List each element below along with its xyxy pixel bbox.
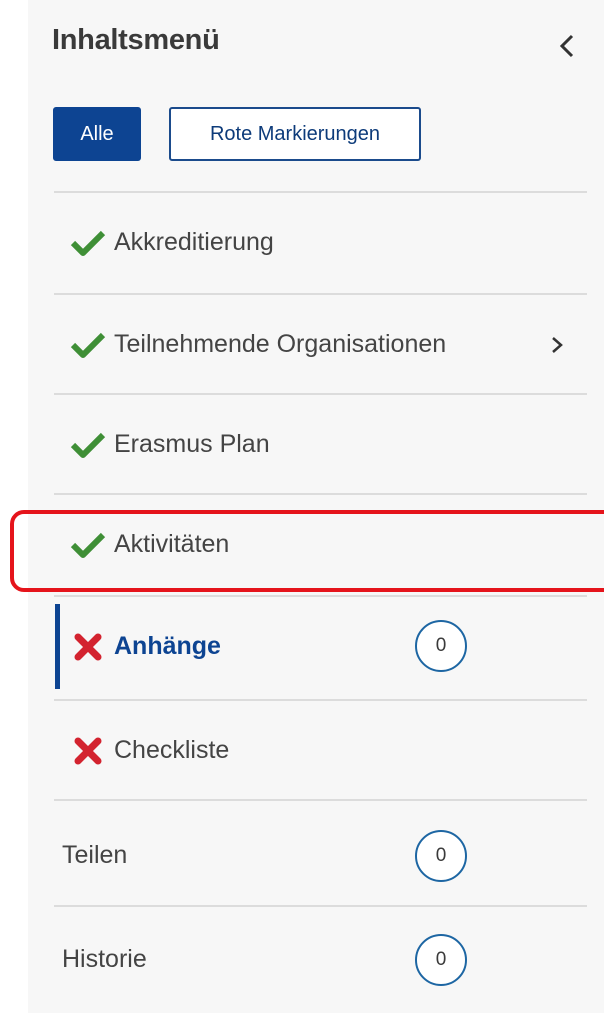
chevron-right-icon[interactable]: [551, 295, 563, 394]
menu-item-label: Akkreditierung: [114, 228, 274, 256]
count-badge: 0: [415, 620, 467, 672]
menu-item-anhaenge[interactable]: Anhänge: [54, 597, 587, 696]
menu-item-akkreditierung[interactable]: Akkreditierung: [54, 193, 587, 292]
divider: [54, 905, 587, 907]
menu-item-historie[interactable]: Historie: [54, 910, 587, 1009]
cross-icon: [70, 632, 106, 662]
menu-item-label: Teilen: [62, 841, 128, 869]
count-badge: 0: [415, 934, 467, 986]
cross-icon: [70, 736, 106, 766]
check-icon: [70, 430, 106, 460]
menu-item-teilen[interactable]: Teilen: [54, 806, 587, 905]
menu-item-label: Anhänge: [114, 632, 221, 660]
menu-item-aktivitaeten[interactable]: Aktivitäten: [54, 495, 587, 594]
menu-item-checkliste[interactable]: Checkliste: [54, 701, 587, 800]
count-badge: 0: [415, 830, 467, 882]
menu-item-label: Teilnehmende Organisationen: [114, 330, 447, 358]
menu-item-label: Checkliste: [114, 736, 230, 764]
divider: [54, 799, 587, 801]
menu-item-teilnehmende-organisationen[interactable]: Teilnehmende Organisationen: [54, 295, 587, 394]
collapse-chevron-left-icon[interactable]: [552, 28, 582, 64]
menu-item-erasmus-plan[interactable]: Erasmus Plan: [54, 395, 587, 494]
menu-item-label: Erasmus Plan: [114, 430, 270, 458]
check-icon: [70, 530, 106, 560]
check-icon: [70, 228, 106, 258]
check-icon: [70, 330, 106, 360]
filter-all-button[interactable]: Alle: [53, 107, 141, 161]
menu-item-label: Historie: [62, 945, 147, 973]
filter-red-markings-button[interactable]: Rote Markierungen: [169, 107, 421, 161]
menu-title: Inhaltsmenü: [52, 24, 220, 56]
menu-item-label: Aktivitäten: [114, 530, 230, 558]
